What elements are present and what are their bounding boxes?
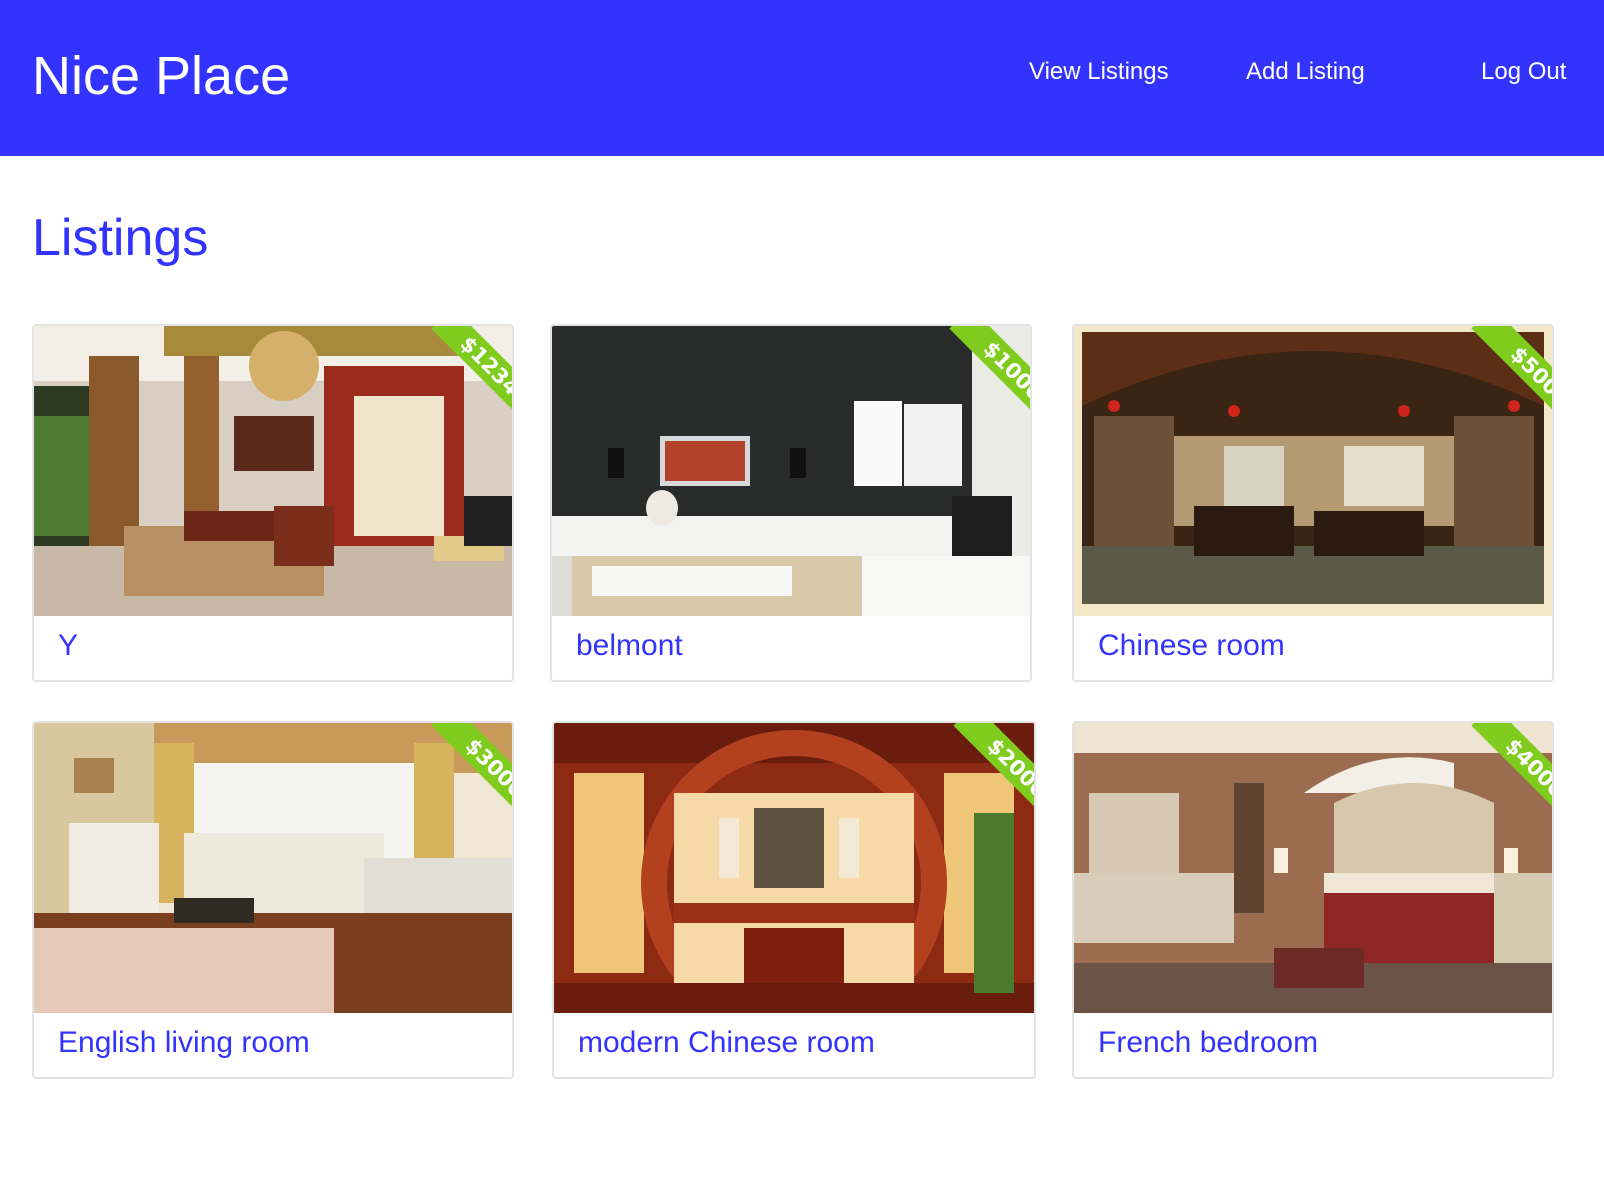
price-ribbon: $500 [1448, 326, 1552, 430]
chinese-living-room-photo: $12344 [34, 326, 512, 616]
price-ribbon: $2000 [930, 723, 1034, 827]
listing-card[interactable]: $2000 modern Chinese room [552, 721, 1036, 1079]
french-bedroom-photo: $4000 [1074, 723, 1552, 1013]
price-ribbon: $12344 [408, 326, 512, 430]
listing-title[interactable]: Chinese room [1098, 626, 1285, 666]
listing-card[interactable]: $1000 belmont [550, 324, 1032, 682]
listing-title[interactable]: modern Chinese room [578, 1023, 875, 1063]
nav-log-out-link[interactable]: Log Out [1481, 56, 1566, 88]
listing-title[interactable]: English living room [58, 1023, 310, 1063]
modern-living-room-photo: $1000 [552, 326, 1030, 616]
price-label: $12344 [431, 326, 512, 430]
price-ribbon: $1000 [926, 326, 1030, 430]
price-label: $2000 [953, 723, 1034, 827]
listing-card[interactable]: $4000 French bedroom [1072, 721, 1554, 1079]
listing-title[interactable]: French bedroom [1098, 1023, 1318, 1063]
price-label: $1000 [949, 326, 1030, 430]
price-label: $4000 [1471, 723, 1552, 827]
price-ribbon: $3000 [408, 723, 512, 827]
english-living-room-photo: $3000 [34, 723, 512, 1013]
listing-title[interactable]: Y [58, 626, 78, 666]
price-label: $500 [1471, 326, 1552, 430]
chinese-teahouse-photo: $500 [1074, 326, 1552, 616]
chinese-study-room-photo: $2000 [554, 723, 1034, 1013]
listing-card[interactable]: $3000 English living room [32, 721, 514, 1079]
price-ribbon: $4000 [1448, 723, 1552, 827]
nav-view-listings-link[interactable]: View Listings [1029, 56, 1169, 88]
top-navbar: Nice Place View Listings Add Listing Log… [0, 0, 1604, 156]
nav-add-listing-link[interactable]: Add Listing [1246, 56, 1365, 88]
brand-logo-link[interactable]: Nice Place [32, 44, 290, 108]
listing-card[interactable]: $12344 Y [32, 324, 514, 682]
price-label: $3000 [431, 723, 512, 827]
page-title: Listings [32, 209, 209, 267]
listing-card[interactable]: $500 Chinese room [1072, 324, 1554, 682]
listing-title[interactable]: belmont [576, 626, 683, 666]
